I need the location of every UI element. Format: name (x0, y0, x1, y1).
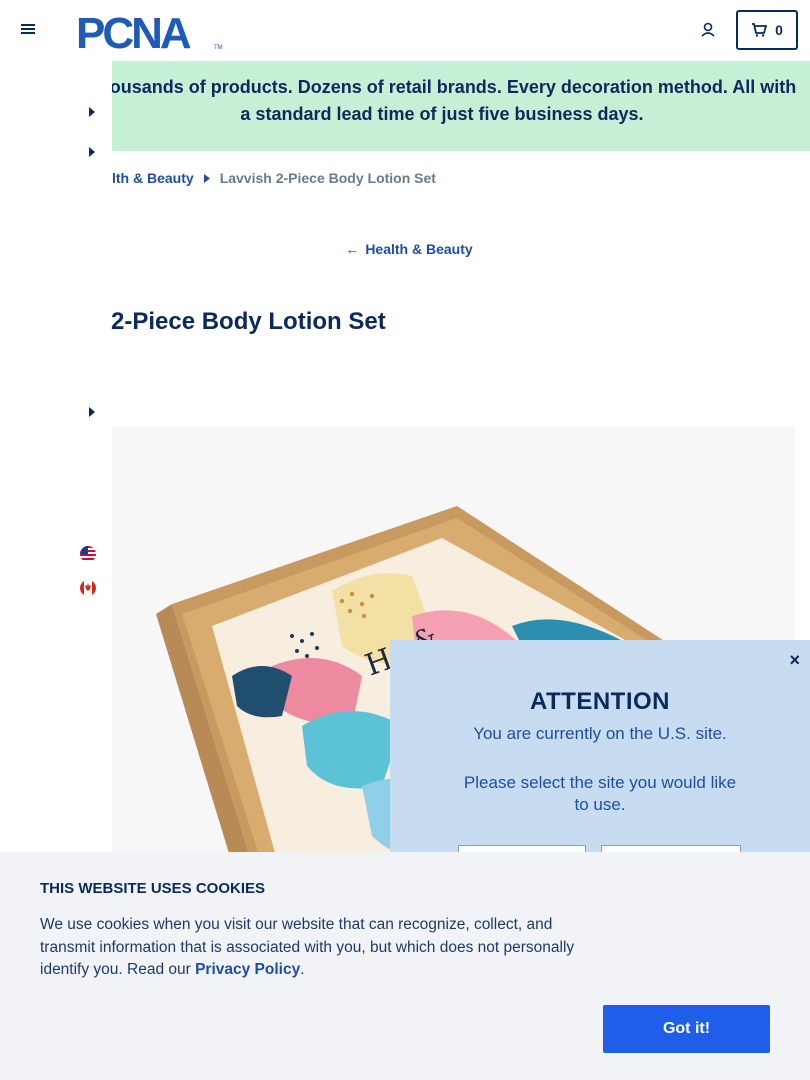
cookie-period: . (300, 961, 305, 978)
arrow-left-icon: ← (345, 241, 360, 257)
current-site-text: You are currently on the U.S. site. (473, 724, 727, 743)
attention-title: ATTENTION (529, 688, 671, 715)
breadcrumb-category-link[interactable]: lth & Beauty (112, 170, 194, 186)
breadcrumb: lth & Beauty Lavvish 2-Piece Body Lotion… (112, 170, 436, 186)
site-header: PCNA TM 0 (0, 0, 810, 61)
back-to-category-link[interactable]: ← Health & Beauty (0, 241, 810, 257)
caret-right-icon[interactable] (88, 407, 96, 417)
cookie-title: THIS WEBSITE USES COOKIES (40, 880, 266, 897)
site-select-prompt: Please select the site you would like to… (463, 773, 737, 814)
product-title: 2-Piece Body Lotion Set (111, 308, 386, 335)
chevron-right-icon (203, 173, 210, 183)
cookie-body: We use cookies when you visit our websit… (40, 916, 575, 978)
logo-tm: TM (214, 45, 223, 51)
pcna-logo[interactable]: PCNA TM (76, 10, 226, 52)
site-selection-modal: × ATTENTION You are currently on the U.S… (390, 640, 810, 885)
us-flag-icon[interactable] (80, 546, 96, 562)
accept-cookies-button[interactable]: Got it! (603, 1005, 770, 1053)
menu-icon[interactable] (20, 22, 36, 38)
privacy-policy-link[interactable]: Privacy Policy (195, 961, 300, 978)
promo-banner-text: Thousands of products. Dozens of retail … (112, 77, 797, 124)
cart-button[interactable]: 0 (736, 10, 798, 50)
caret-right-icon[interactable] (88, 147, 96, 157)
back-link-label: Health & Beauty (365, 241, 473, 257)
breadcrumb-current: Lavvish 2-Piece Body Lotion Set (219, 170, 436, 186)
cookie-banner: THIS WEBSITE USES COOKIES We use cookies… (0, 852, 810, 1080)
cart-count: 0 (775, 22, 783, 38)
cookie-text: We use cookies when you visit our websit… (40, 914, 610, 982)
account-icon[interactable] (699, 21, 717, 39)
cart-icon (752, 23, 768, 37)
canada-flag-icon[interactable] (80, 580, 96, 596)
promo-banner: Thousands of products. Dozens of retail … (112, 61, 810, 151)
caret-right-icon[interactable] (88, 107, 96, 117)
logo-text: PCNA (76, 10, 191, 52)
close-icon[interactable]: × (789, 650, 800, 671)
page: PCNA TM 0 Thousands of products. Dozens … (0, 0, 810, 1080)
